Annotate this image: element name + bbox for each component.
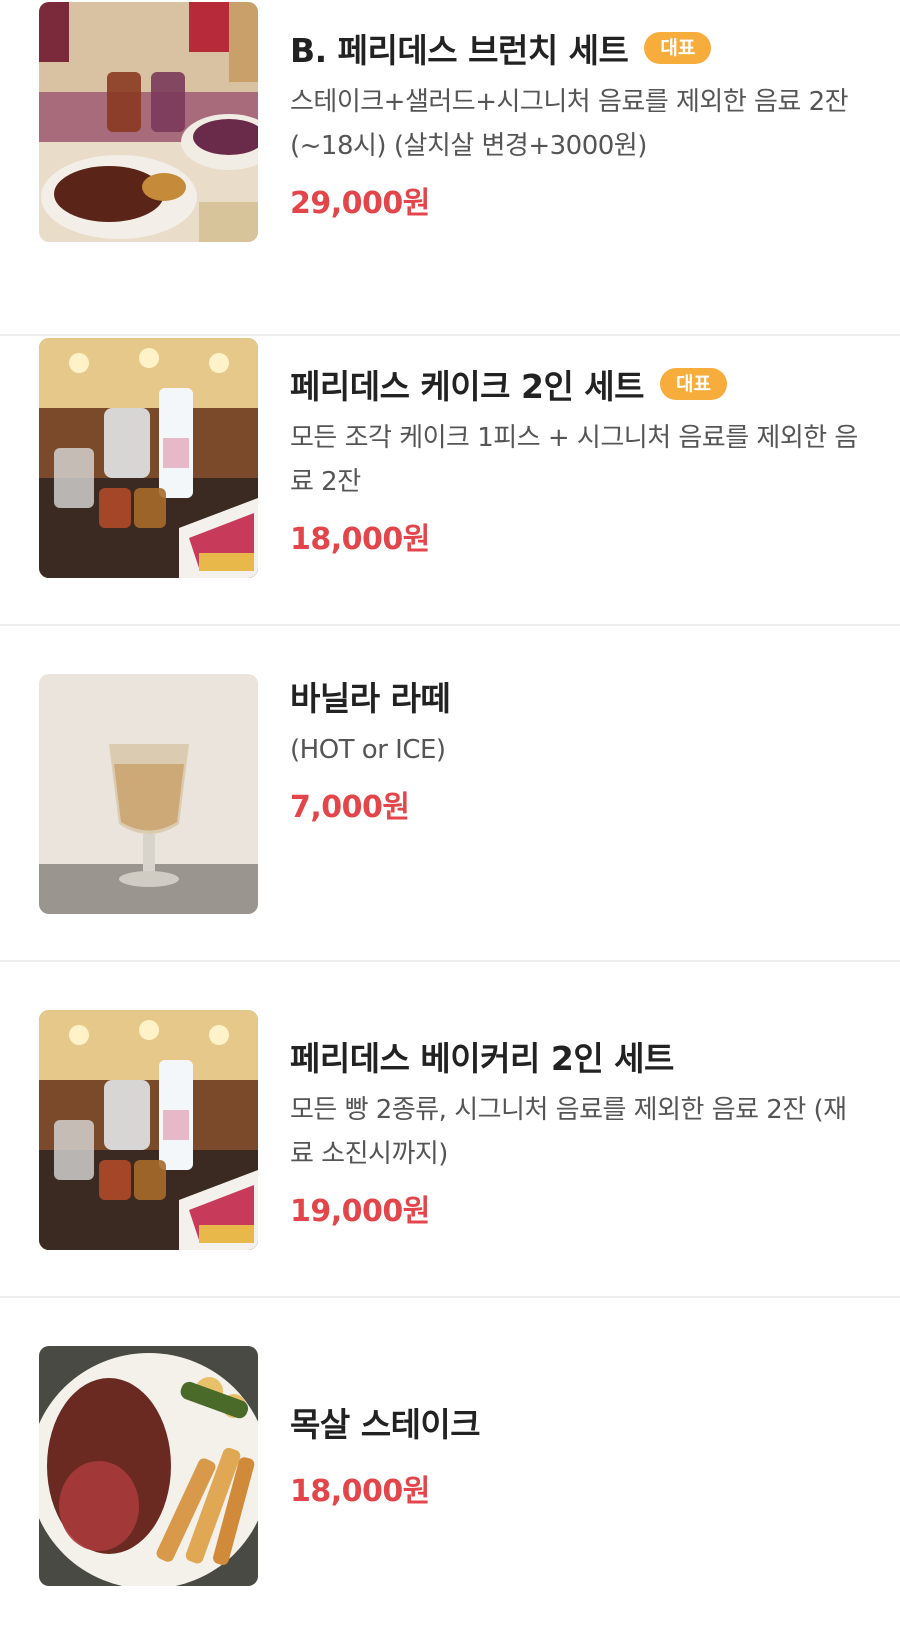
pork-neck-steak-photo (39, 1346, 258, 1586)
menu-item-info: 페리데스 케이크 2인 세트 대표 모든 조각 케이크 1피스 + 시그니처 음… (290, 358, 865, 558)
menu-item-bakery-set[interactable]: 페리데스 베이커리 2인 세트 모든 빵 2종류, 시그니처 음료를 제외한 음… (0, 962, 900, 1298)
menu-item-description: (HOT or ICE) (290, 735, 446, 765)
bakery-set-photo (39, 1010, 258, 1250)
menu-item-brunch-set[interactable]: B. 페리데스 브런치 세트 대표 스테이크+샐러드+시그니처 음료를 제외한 … (0, 0, 900, 336)
menu-item-price: 29,000원 (290, 186, 430, 221)
menu-item-title: 목살 스테이크 (290, 1405, 481, 1444)
title-row: 페리데스 케이크 2인 세트 대표 (290, 358, 865, 410)
title-row: 페리데스 베이커리 2인 세트 (290, 1030, 865, 1082)
menu-item-title: 페리데스 베이커리 2인 세트 (290, 1039, 674, 1078)
cake-set-photo (39, 338, 258, 578)
title-row: 목살 스테이크 (290, 1396, 865, 1448)
menu-item-title: B. 페리데스 브런치 세트 (290, 31, 629, 70)
title-row: 바닐라 라떼 (290, 670, 865, 722)
menu-item-description: 모든 조각 케이크 1피스 + 시그니처 음료를 제외한 음료 2잔 (290, 423, 858, 497)
signature-badge: 대표 (660, 368, 727, 400)
menu-item-description: 스테이크+샐러드+시그니처 음료를 제외한 음료 2잔 (~18시) (살치살 … (290, 87, 849, 161)
menu-item-price: 18,000원 (290, 522, 430, 557)
menu-item-info: 페리데스 베이커리 2인 세트 모든 빵 2종류, 시그니처 음료를 제외한 음… (290, 1030, 865, 1230)
menu-item-info: 목살 스테이크 18,000원 (290, 1396, 865, 1510)
signature-badge: 대표 (644, 32, 712, 64)
menu-item-price: 18,000원 (290, 1474, 430, 1509)
menu-item-info: 바닐라 라떼 (HOT or ICE) 7,000원 (290, 670, 865, 826)
menu-item-price: 19,000원 (290, 1194, 430, 1229)
menu-item-title: 바닐라 라떼 (290, 679, 451, 718)
menu-item-info: B. 페리데스 브런치 세트 대표 스테이크+샐러드+시그니처 음료를 제외한 … (290, 22, 865, 222)
menu-item-vanilla-latte[interactable]: 바닐라 라떼 (HOT or ICE) 7,000원 (0, 626, 900, 962)
vanilla-latte-photo (39, 674, 258, 914)
menu-item-title: 페리데스 케이크 2인 세트 (290, 367, 645, 406)
menu-list: B. 페리데스 브런치 세트 대표 스테이크+샐러드+시그니처 음료를 제외한 … (0, 0, 900, 1586)
menu-item-cake-set[interactable]: 페리데스 케이크 2인 세트 대표 모든 조각 케이크 1피스 + 시그니처 음… (0, 290, 900, 626)
menu-item-price: 7,000원 (290, 790, 410, 825)
menu-item-description: 모든 빵 2종류, 시그니처 음료를 제외한 음료 2잔 (재료 소진시까지) (290, 1095, 847, 1169)
title-row: B. 페리데스 브런치 세트 대표 (290, 22, 865, 74)
brunch-steak-photo (39, 2, 258, 242)
